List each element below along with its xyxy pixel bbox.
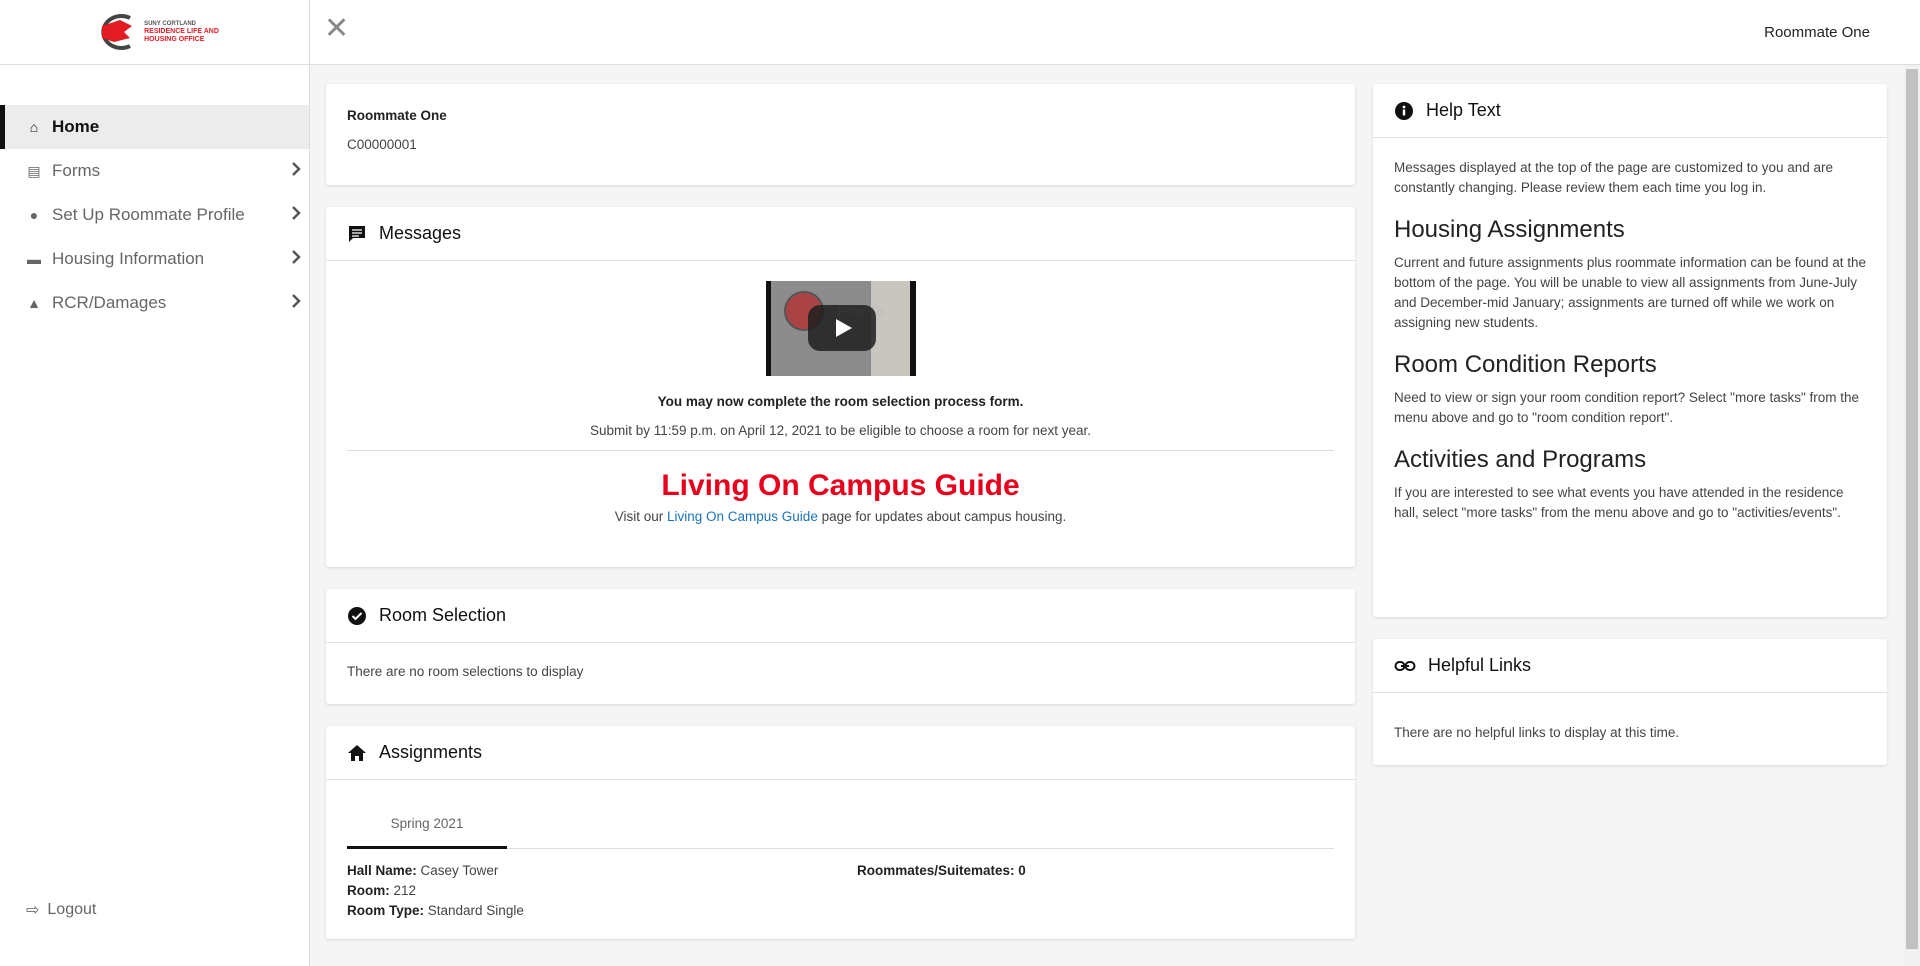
clipboard-icon: ▤ xyxy=(27,162,41,179)
chevron-right-icon xyxy=(292,162,301,176)
help-heading: Housing Assignments xyxy=(1394,216,1625,243)
card-title: Helpful Links xyxy=(1428,655,1532,675)
helpful-links-empty: There are no helpful links to display at… xyxy=(1394,725,1680,740)
card-title: Assignments xyxy=(379,742,483,762)
student-id: C00000001 xyxy=(347,137,417,152)
info-icon xyxy=(1395,101,1413,120)
help-paragraph: If you are interested to see what events… xyxy=(1394,485,1844,520)
student-name: Roommate One xyxy=(347,108,447,123)
guide-link[interactable]: Living On Campus Guide xyxy=(667,509,818,524)
helpful-links-card: Helpful Links There are no helpful links… xyxy=(1373,639,1887,765)
profile-card: Roommate One C00000001 xyxy=(326,84,1355,185)
sidebar-nav: ⌂ Home ▤ Forms ● Set Up Roommate Profile ▬ H… xyxy=(0,105,309,325)
close-sidebar-button[interactable]: ✕ xyxy=(324,14,349,44)
logout-button[interactable]: ⇨ Logout xyxy=(26,900,96,920)
bed-icon: ▬ xyxy=(27,251,41,267)
video-thumbnail[interactable]: How To... xyxy=(765,281,916,376)
room-selection-card: Room Selection There are no room selecti… xyxy=(326,589,1355,704)
sidebar-item-roommate-profile[interactable]: ● Set Up Roommate Profile xyxy=(0,193,309,237)
help-text-card: Help Text Messages displayed at the top … xyxy=(1373,84,1887,617)
sidebar: SUNY CORTLAND RESIDENCE LIFE AND HOUSING O… xyxy=(0,0,310,966)
user-icon: ● xyxy=(29,207,39,223)
help-intro: Messages displayed at the top of the pag… xyxy=(1394,160,1834,195)
user-menu[interactable]: Roommate One xyxy=(1764,24,1870,41)
card-title: Help Text xyxy=(1426,100,1501,120)
room-selection-empty: There are no room selections to display xyxy=(347,664,584,679)
top-bar: ✕ Roommate One xyxy=(310,0,1920,65)
logo-text: SUNY CORTLAND xyxy=(144,21,196,27)
link-icon xyxy=(1394,660,1416,671)
warning-icon: ▲ xyxy=(27,295,41,311)
message-headline: You may now complete the room selection … xyxy=(657,394,1024,409)
room-number: Room: 212 xyxy=(347,883,417,898)
sidebar-item-home[interactable]: ⌂ Home xyxy=(0,105,309,149)
logout-icon: ⇨ xyxy=(26,902,40,919)
check-circle-icon xyxy=(348,606,366,625)
help-heading: Activities and Programs xyxy=(1394,446,1647,473)
chevron-right-icon xyxy=(292,206,301,220)
guide-title: Living On Campus Guide xyxy=(661,469,1020,502)
tab-spring-2021[interactable]: Spring 2021 xyxy=(347,780,507,849)
play-icon xyxy=(807,305,876,351)
scrollbar[interactable] xyxy=(1904,65,1920,966)
logo[interactable]: SUNY CORTLAND RESIDENCE LIFE AND HOUSING O… xyxy=(0,0,309,65)
room-type: Room Type: Standard Single xyxy=(347,903,524,918)
guide-text: Visit our Living On Campus Guide page fo… xyxy=(614,509,1067,524)
home-icon: ⌂ xyxy=(29,119,39,135)
messages-card: Messages How To... You may now complete … xyxy=(326,207,1355,567)
help-paragraph: Need to view or sign your room condition… xyxy=(1394,390,1860,425)
message-icon xyxy=(349,225,365,242)
card-title: Room Selection xyxy=(379,605,507,625)
sidebar-item-rcr-damages[interactable]: ▲ RCR/Damages xyxy=(0,281,309,325)
help-paragraph: Current and future assignments plus room… xyxy=(1394,255,1867,330)
sidebar-item-forms[interactable]: ▤ Forms xyxy=(0,149,309,193)
assignments-card: Assignments Spring 2021 Hall Name: Casey… xyxy=(326,726,1355,939)
logo-text: RESIDENCE LIFE AND xyxy=(144,28,219,35)
sidebar-item-housing-information[interactable]: ▬ Housing Information xyxy=(0,237,309,281)
home-icon xyxy=(348,744,366,761)
logo-text: HOUSING OFFICE xyxy=(144,36,205,43)
help-heading: Room Condition Reports xyxy=(1394,351,1657,378)
message-deadline: Submit by 11:59 p.m. on April 12, 2021 t… xyxy=(589,423,1092,438)
hall-name: Hall Name: Casey Tower xyxy=(347,863,499,878)
dragon-logo-icon xyxy=(101,14,133,50)
chevron-right-icon xyxy=(292,250,301,264)
card-title: Messages xyxy=(379,223,462,243)
roommates-count: Roommates/Suitemates: 0 xyxy=(857,863,1026,878)
scrollbar-thumb[interactable] xyxy=(1906,69,1918,949)
chevron-right-icon xyxy=(292,294,301,308)
